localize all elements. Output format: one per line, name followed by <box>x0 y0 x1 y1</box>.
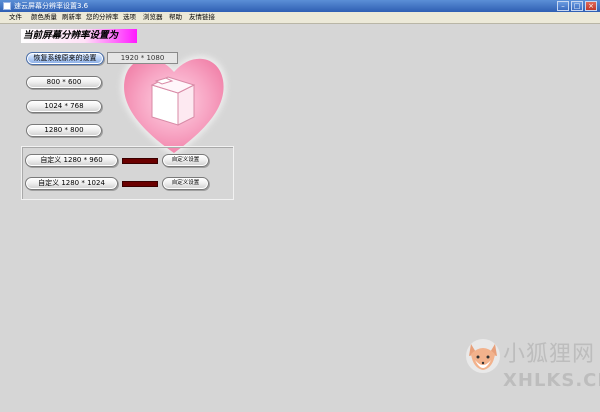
current-resolution-heading: 当前屏幕分辨率设置为 <box>21 29 137 43</box>
maximize-button[interactable]: □ <box>571 1 583 11</box>
menu-help[interactable]: 帮助 <box>169 12 182 23</box>
menu-refresh-rate[interactable]: 刷新率 <box>62 12 82 23</box>
preset-800x600-button[interactable]: 800 * 600 <box>26 76 102 89</box>
menu-your-resolution[interactable]: 您的分辨率 <box>86 12 119 23</box>
menu-file[interactable]: 文件 <box>9 12 22 23</box>
window-title: 速云屏幕分辨率设置3.6 <box>14 2 89 10</box>
watermark-line1: 小狐狸网 <box>503 342 596 367</box>
restore-settings-button[interactable]: 恢复系统原来的设置 <box>26 52 104 65</box>
preset-1024x768-button[interactable]: 1024 * 768 <box>26 100 102 113</box>
watermark-line2: XHLKS.CN <box>503 370 600 391</box>
custom-1280x1024-set-button[interactable]: 自定义设置 <box>162 177 209 190</box>
custom-1280x960-indicator <box>122 158 158 164</box>
close-button[interactable]: × <box>585 1 597 11</box>
site-watermark: 小狐狸网 XHLKS.CN <box>463 330 600 408</box>
custom-1280x960-button[interactable]: 自定义 1280 * 960 <box>25 154 118 167</box>
minimize-button[interactable]: – <box>557 1 569 11</box>
menu-friend-links[interactable]: 友情链接 <box>189 12 215 23</box>
menu-color-quality[interactable]: 颜色质量 <box>31 12 57 23</box>
current-resolution-value: 1920 * 1080 <box>107 52 178 64</box>
app-icon <box>3 2 11 10</box>
custom-1280x960-set-button[interactable]: 自定义设置 <box>162 154 209 167</box>
custom-1280x1024-indicator <box>122 181 158 187</box>
preset-1280x800-button[interactable]: 1280 * 800 <box>26 124 102 137</box>
custom-1280x1024-button[interactable]: 自定义 1280 * 1024 <box>25 177 118 190</box>
title-bar: 速云屏幕分辨率设置3.6 – □ × <box>0 0 600 12</box>
fox-icon <box>466 339 500 373</box>
window-controls: – □ × <box>557 1 597 11</box>
menu-browser[interactable]: 浏览器 <box>143 12 163 23</box>
menu-options[interactable]: 选项 <box>123 12 136 23</box>
